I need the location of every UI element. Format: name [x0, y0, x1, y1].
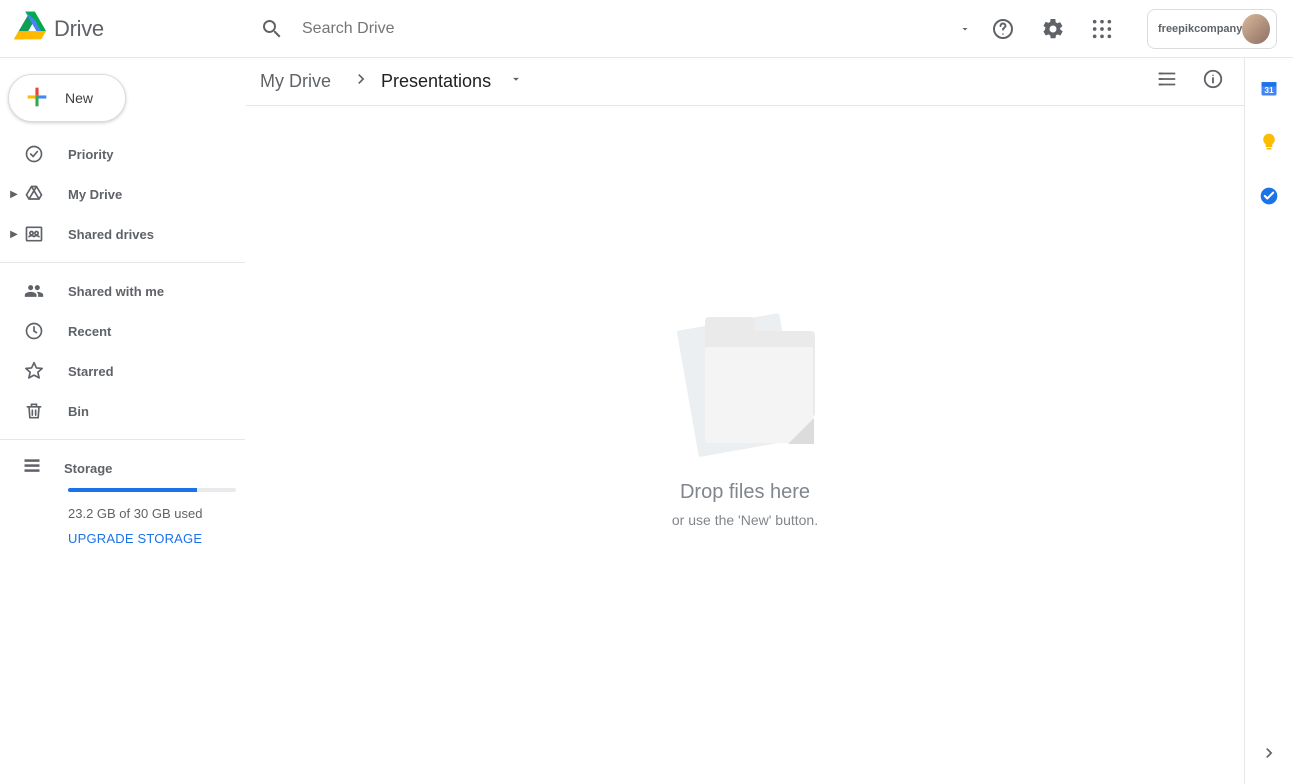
plus-icon — [23, 83, 51, 114]
main: My Drive Presentations Drop files her — [246, 58, 1245, 784]
account-brand: freepikcompany — [1158, 23, 1242, 35]
sidebar-item-shareddrives[interactable]: ▶ Shared drives — [0, 214, 245, 254]
search-icon[interactable] — [260, 17, 284, 41]
expand-icon[interactable]: ▶ — [6, 189, 22, 200]
sidebar-item-starred[interactable]: Starred — [0, 351, 245, 391]
search-input[interactable] — [302, 20, 892, 38]
search-box[interactable] — [246, 6, 906, 52]
header: Drive freepikcompany — [0, 0, 1293, 58]
gear-icon[interactable] — [1041, 17, 1065, 41]
keep-icon[interactable] — [1259, 132, 1279, 152]
sidebar-item-recent[interactable]: Recent — [0, 311, 245, 351]
header-icons: freepikcompany — [991, 9, 1285, 49]
sidebar-item-label: Shared drives — [68, 227, 154, 242]
drive-logo-icon — [14, 10, 46, 47]
new-button[interactable]: New — [8, 74, 126, 122]
upgrade-storage-link[interactable]: UPGRADE STORAGE — [68, 531, 245, 546]
priority-icon — [22, 144, 46, 164]
storage-bar — [68, 488, 236, 492]
sidebar-item-label: Starred — [68, 364, 114, 379]
side-panel: 31 — [1245, 58, 1293, 784]
svg-text:31: 31 — [1264, 85, 1274, 95]
sidebar-item-label: Recent — [68, 324, 111, 339]
expand-icon[interactable]: ▶ — [6, 229, 22, 240]
sidebar-item-priority[interactable]: Priority — [0, 134, 245, 174]
toolbar: My Drive Presentations — [246, 58, 1244, 106]
sidebar-item-label: Shared with me — [68, 284, 164, 299]
search-wrap — [246, 6, 991, 52]
breadcrumb-root[interactable]: My Drive — [260, 71, 331, 92]
list-view-icon[interactable] — [1156, 68, 1178, 95]
info-icon[interactable] — [1202, 68, 1224, 95]
storage-fill — [68, 488, 197, 492]
storage-block: Storage 23.2 GB of 30 GB used UPGRADE ST… — [0, 448, 245, 546]
logo-wrap[interactable]: Drive — [14, 10, 246, 47]
sidebar-item-sharedwithme[interactable]: Shared with me — [0, 271, 245, 311]
empty-title: Drop files here — [680, 481, 810, 504]
breadcrumb-current[interactable]: Presentations — [381, 71, 491, 92]
sidebar-item-bin[interactable]: Bin — [0, 391, 245, 431]
help-icon[interactable] — [991, 17, 1015, 41]
storage-used-text: 23.2 GB of 30 GB used — [68, 506, 245, 521]
divider — [0, 262, 245, 263]
people-icon — [22, 281, 46, 301]
clock-icon — [22, 321, 46, 341]
empty-state: Drop files here or use the 'New' button. — [246, 106, 1244, 784]
tasks-icon[interactable] — [1259, 186, 1279, 206]
search-options-dropdown-icon[interactable] — [959, 23, 971, 35]
sidebar-item-storage[interactable]: Storage — [22, 448, 245, 488]
chevron-right-icon — [351, 69, 371, 94]
collapse-panel-icon[interactable] — [1259, 743, 1279, 768]
star-icon — [22, 361, 46, 381]
storage-icon — [22, 456, 42, 481]
account-chip[interactable]: freepikcompany — [1147, 9, 1277, 49]
trash-icon — [22, 401, 46, 421]
empty-subtitle: or use the 'New' button. — [672, 512, 818, 528]
sidebar-item-label: My Drive — [68, 187, 122, 202]
new-button-label: New — [65, 90, 93, 106]
mydrive-icon — [22, 184, 46, 204]
sidebar-item-label: Bin — [68, 404, 89, 419]
sidebar-item-label: Priority — [68, 147, 114, 162]
breadcrumb-dropdown-icon[interactable] — [509, 72, 523, 91]
app-title: Drive — [54, 16, 104, 42]
calendar-icon[interactable]: 31 — [1259, 78, 1279, 98]
sidebar: New Priority ▶ My Drive ▶ Shared drives — [0, 58, 246, 784]
divider — [0, 439, 245, 440]
apps-grid-icon[interactable] — [1091, 18, 1113, 40]
avatar — [1242, 14, 1270, 44]
empty-illustration — [675, 303, 815, 463]
sidebar-item-mydrive[interactable]: ▶ My Drive — [0, 174, 245, 214]
shared-drives-icon — [22, 224, 46, 244]
storage-label: Storage — [64, 461, 112, 476]
